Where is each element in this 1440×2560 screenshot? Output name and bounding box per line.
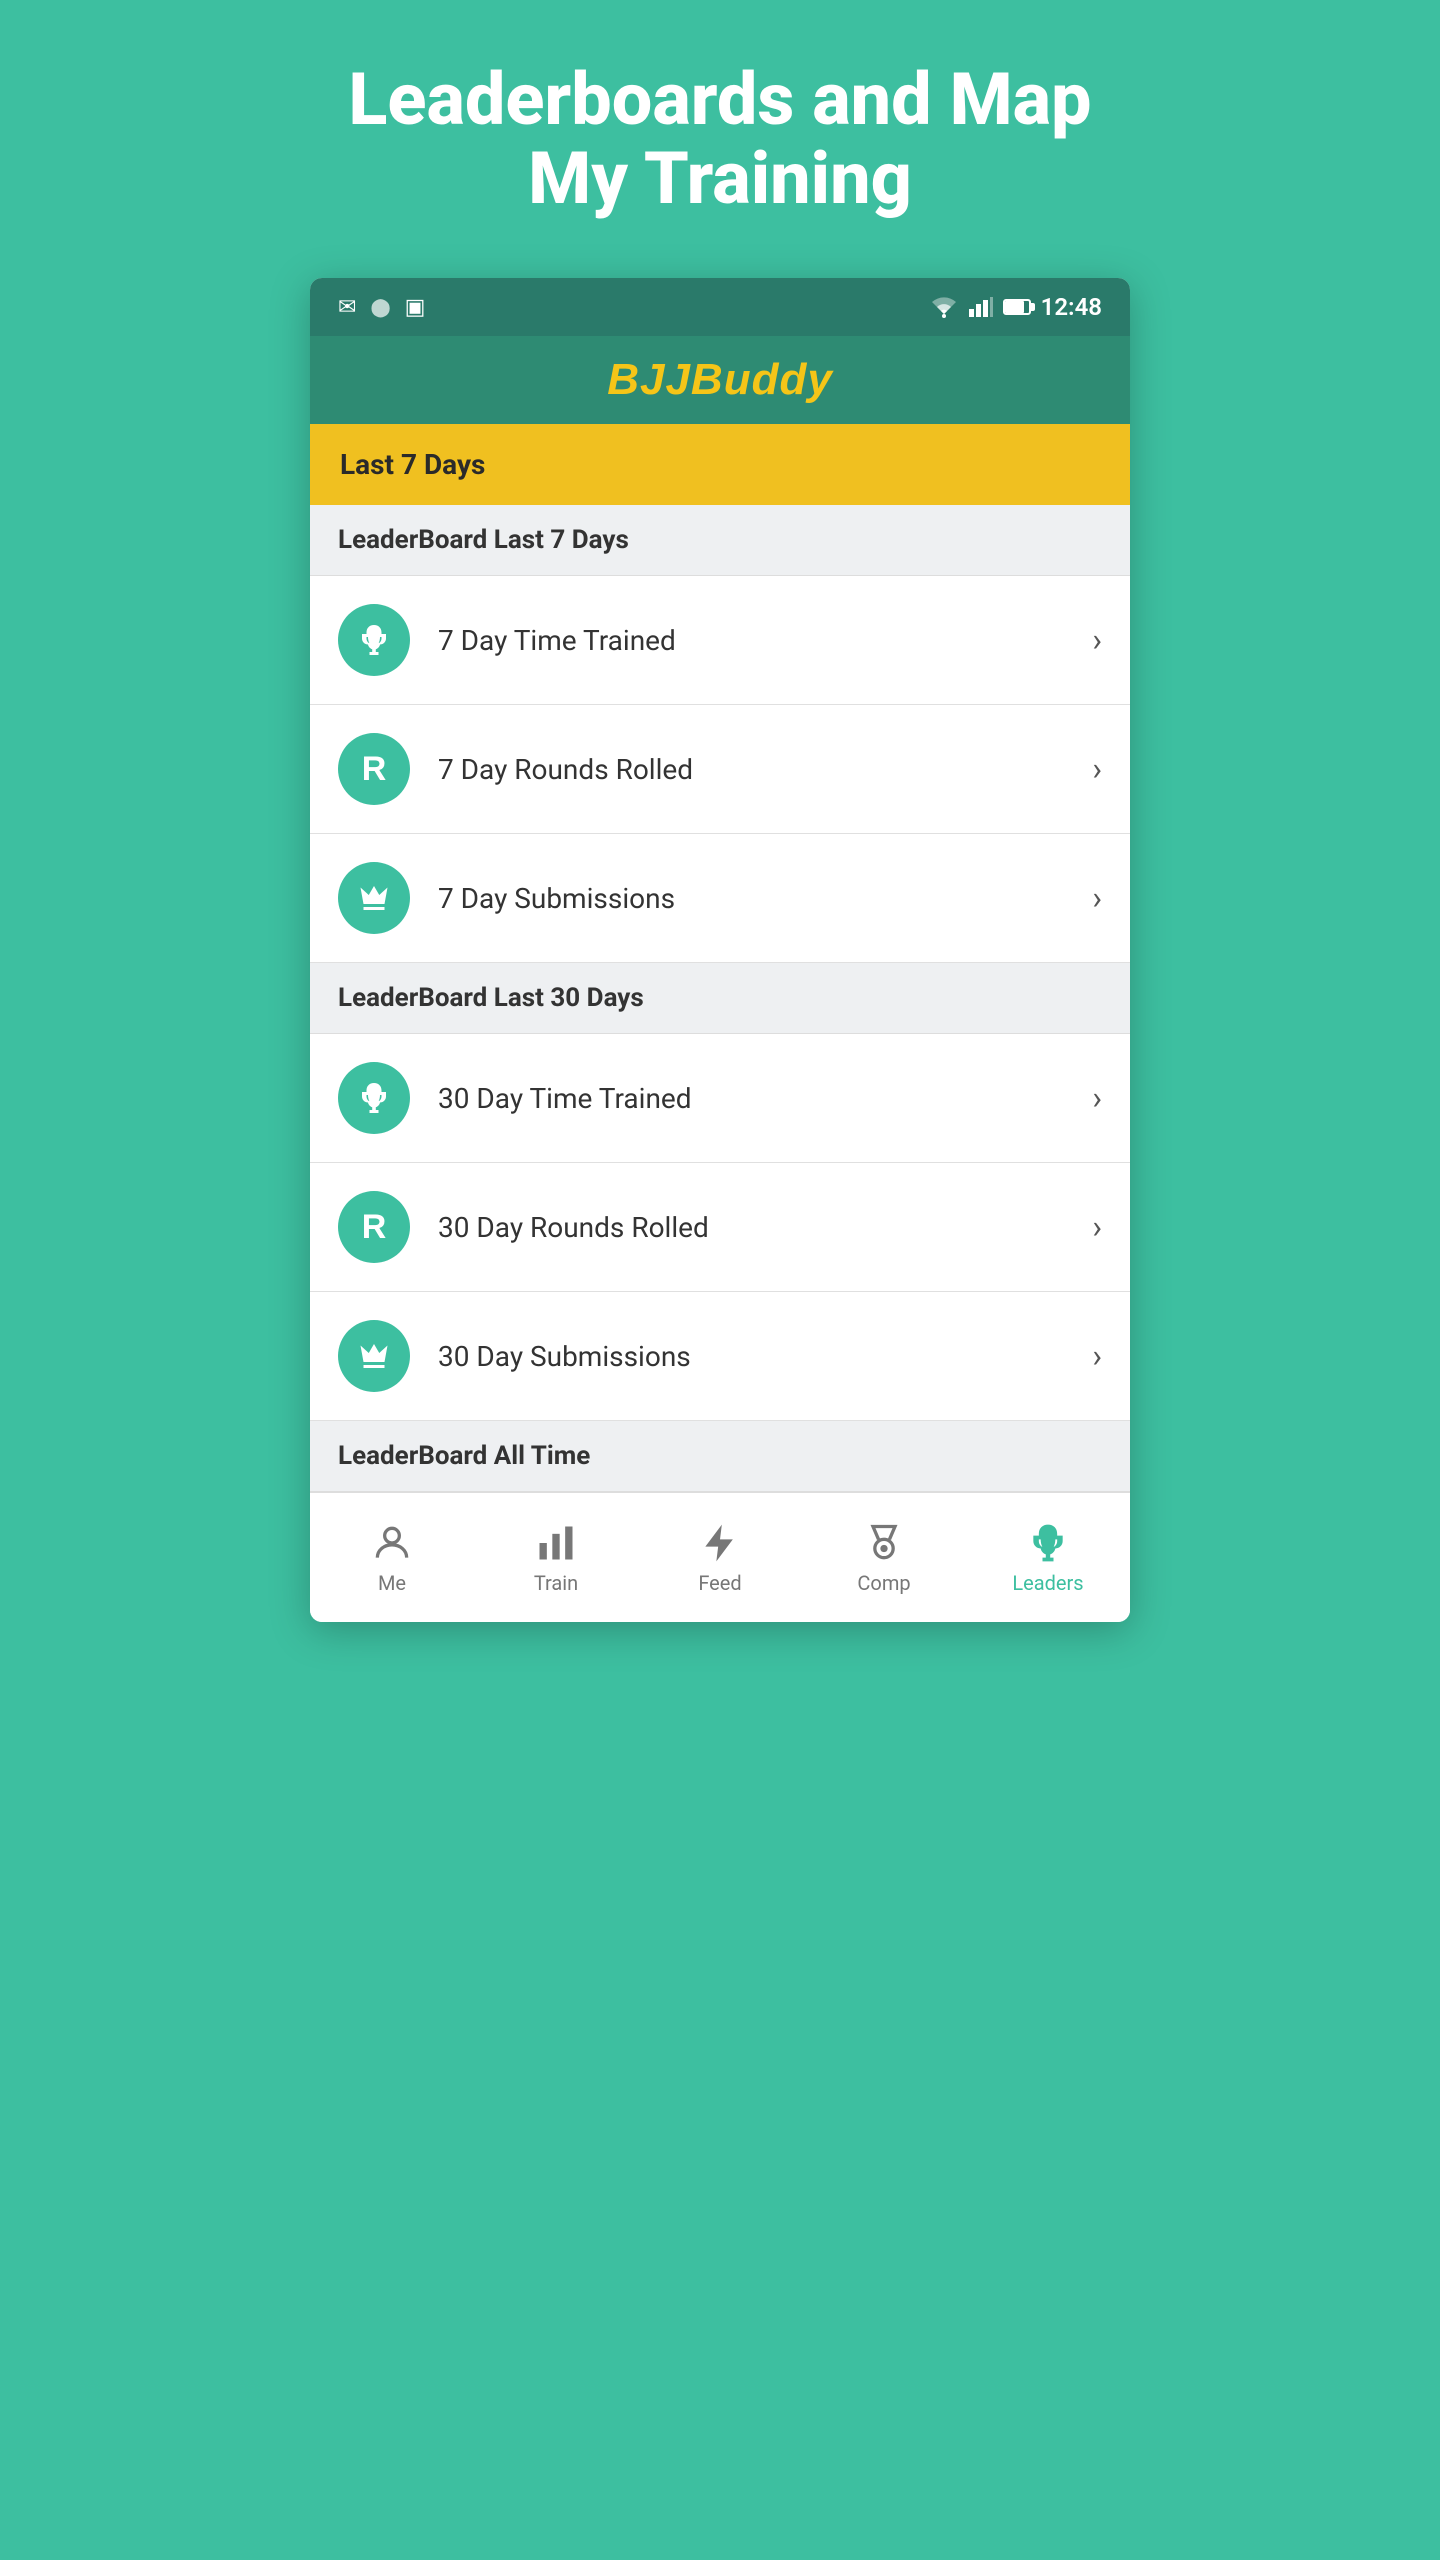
item-label-7-rounds: 7 Day Rounds Rolled [438,753,1092,786]
page-title: Leaderboards and Map My Training [288,60,1151,218]
status-left-icons: ✉ ⬤ ▣ [338,295,425,320]
crown-icon-7-submissions [338,862,410,934]
section-header-7days: LeaderBoard Last 7 Days [310,505,1130,576]
chevron-7-time: › [1092,621,1102,659]
nav-item-train[interactable]: Train [474,1493,638,1622]
chevron-30-rounds: › [1092,1208,1102,1246]
trophy-svg [356,622,392,658]
item-label-7-submissions: 7 Day Submissions [438,882,1092,915]
app-header: BJJBuddy [310,336,1130,424]
battery-icon [1003,299,1031,315]
app-logo: BJJBuddy [607,355,833,405]
section-header-alltime: LeaderBoard All Time [310,1421,1130,1492]
chevron-7-rounds: › [1092,750,1102,788]
nav-label-leaders: Leaders [1012,1571,1083,1595]
list-item-30-rounds[interactable]: R 30 Day Rounds Rolled › [310,1163,1130,1292]
rounds-letter-30: R [362,1208,387,1247]
nav-item-leaders[interactable]: Leaders [966,1493,1130,1622]
rounds-icon-7-rounds: R [338,733,410,805]
nav-item-me[interactable]: Me [310,1493,474,1622]
section-header-30days: LeaderBoard Last 30 Days [310,963,1130,1034]
chevron-7-submissions: › [1092,879,1102,917]
trophy-icon-30-time [338,1062,410,1134]
list-item-7-time[interactable]: 7 Day Time Trained › [310,576,1130,705]
signal-icon [969,297,993,317]
person-icon [370,1521,414,1565]
crown-svg-30 [356,1338,392,1374]
circle-icon: ⬤ [370,297,390,318]
trophy-icon-7-time [338,604,410,676]
nav-label-comp: Comp [857,1571,910,1595]
doc-icon: ▣ [405,295,426,320]
nav-label-feed: Feed [698,1571,741,1595]
list-item-30-time[interactable]: 30 Day Time Trained › [310,1034,1130,1163]
list-item-7-submissions[interactable]: 7 Day Submissions › [310,834,1130,963]
trophy-nav-icon [1026,1521,1070,1565]
list-item-30-submissions[interactable]: 30 Day Submissions › [310,1292,1130,1421]
item-label-30-submissions: 30 Day Submissions [438,1340,1092,1373]
filter-bar-label: Last 7 Days [340,448,485,481]
crown-icon-30-submissions [338,1320,410,1392]
nav-item-feed[interactable]: Feed [638,1493,802,1622]
filter-bar[interactable]: Last 7 Days [310,424,1130,505]
medal-icon [862,1521,906,1565]
mail-icon: ✉ [338,295,356,320]
rounds-letter: R [362,750,387,789]
bar-chart-icon [534,1521,578,1565]
list-item-7-rounds[interactable]: R 7 Day Rounds Rolled › [310,705,1130,834]
item-label-7-time: 7 Day Time Trained [438,624,1092,657]
status-time: 12:48 [1041,293,1102,321]
nav-item-comp[interactable]: Comp [802,1493,966,1622]
status-bar: ✉ ⬤ ▣ 12:48 [310,278,1130,336]
bottom-nav: Me Train Feed Comp [310,1492,1130,1622]
item-label-30-time: 30 Day Time Trained [438,1082,1092,1115]
rounds-icon-30-rounds: R [338,1191,410,1263]
item-label-30-rounds: 30 Day Rounds Rolled [438,1211,1092,1244]
wifi-icon [929,296,959,318]
nav-label-me: Me [378,1571,406,1595]
status-right-icons: 12:48 [929,293,1102,321]
trophy-svg-30 [356,1080,392,1116]
chevron-30-submissions: › [1092,1337,1102,1375]
chevron-30-time: › [1092,1079,1102,1117]
content-area: LeaderBoard Last 7 Days 7 Day Time Train… [310,505,1130,1492]
phone-frame: ✉ ⬤ ▣ 12:48 [310,278,1130,1622]
crown-svg-7 [356,880,392,916]
nav-label-train: Train [534,1571,578,1595]
lightning-icon [698,1521,742,1565]
